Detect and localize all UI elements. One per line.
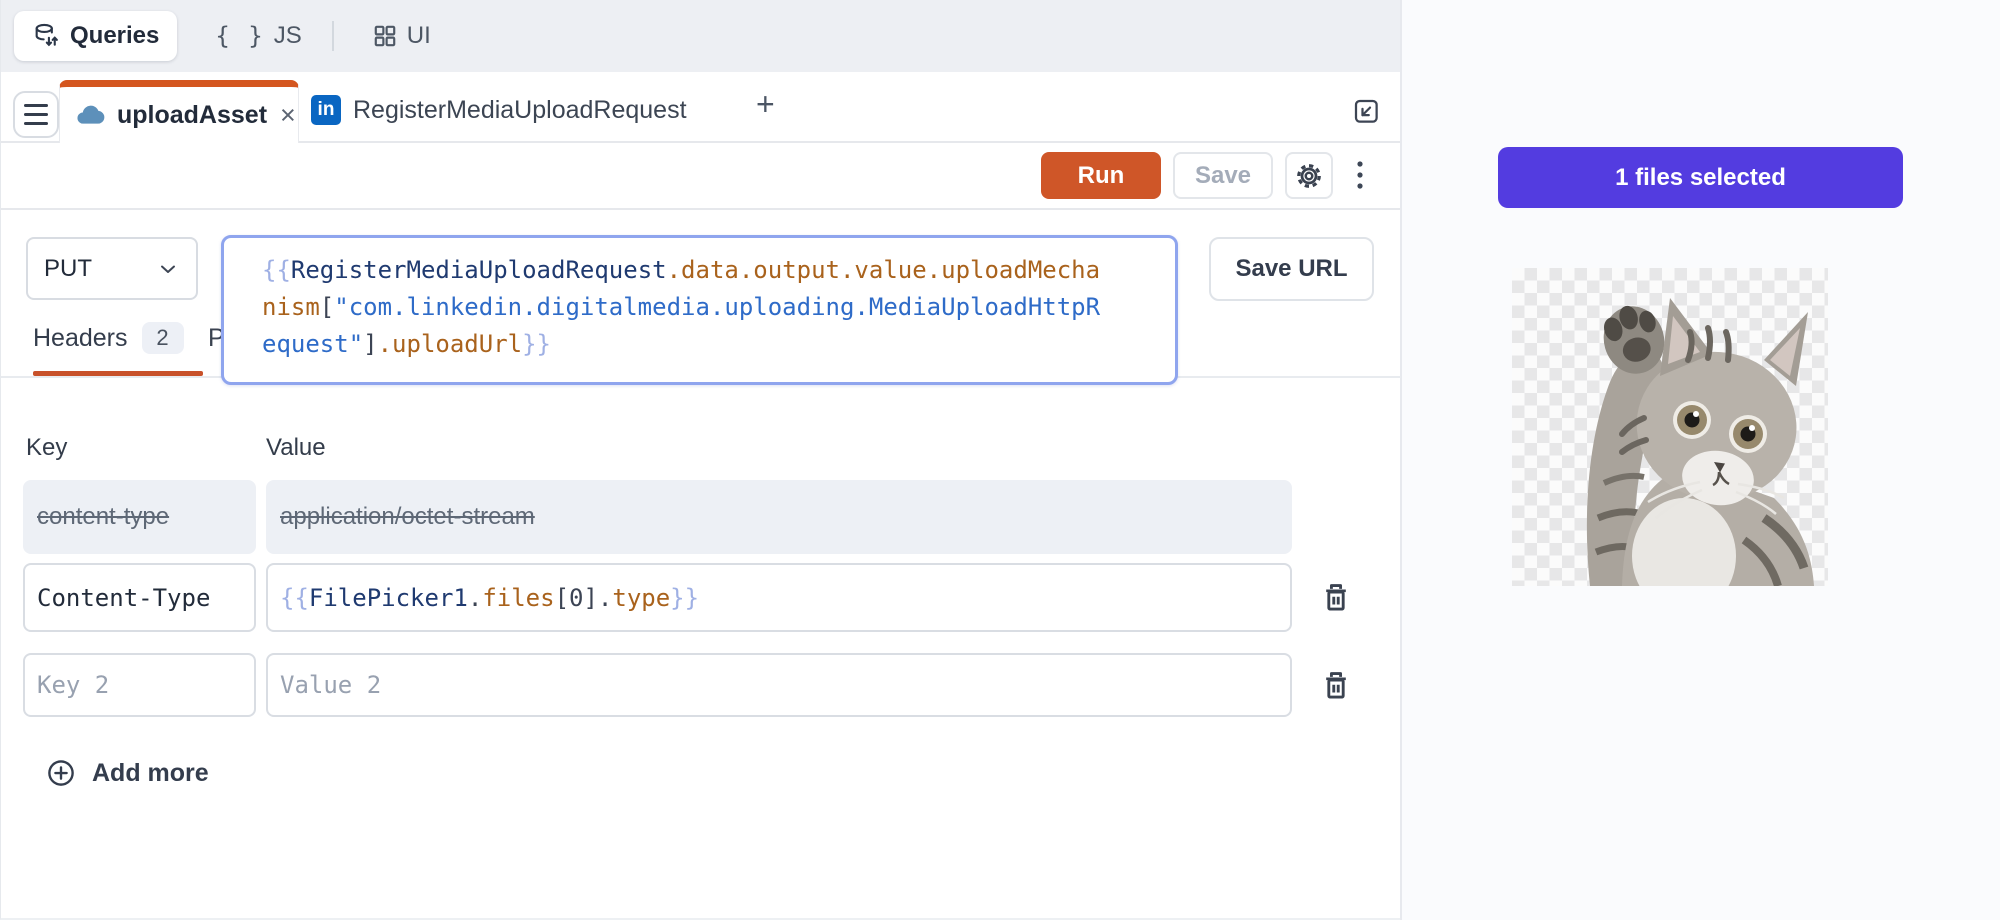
popout-icon[interactable] (1351, 96, 1381, 126)
uploaded-image-preview (1512, 268, 1828, 586)
ui-tab-label: UI (407, 22, 431, 50)
app-window: Queries { } JS UI (0, 0, 2000, 920)
header-value-input[interactable]: {{FilePicker1.files[0].type}} (266, 563, 1292, 632)
query-tab-bar: uploadAsset × in RegisterMediaUploadRequ… (1, 72, 1401, 143)
headers-count-badge: 2 (142, 322, 184, 354)
linkedin-icon: in (311, 95, 341, 125)
app-preview-panel: 1 files selected (1400, 0, 2000, 920)
url-code-input[interactable]: {{RegisterMediaUploadRequest.data.output… (221, 235, 1178, 385)
value-placeholder: Value 2 (280, 671, 381, 699)
value-column-header: Value (266, 434, 326, 462)
settings-button[interactable] (1285, 152, 1333, 199)
url-code-line: equest"].uploadUrl}} (262, 326, 1159, 363)
url-code-line: nism["com.linkedin.digitalmedia.uploadin… (262, 289, 1159, 326)
trash-icon (1320, 669, 1352, 703)
key-column-header: Key (26, 434, 67, 462)
tab-uploadasset[interactable]: uploadAsset × (59, 80, 299, 143)
more-options-button[interactable] (1345, 152, 1375, 199)
url-code-line: {{RegisterMediaUploadRequest.data.output… (262, 252, 1159, 289)
key-placeholder: Key 2 (37, 671, 109, 699)
query-action-bar: Run Save (1, 143, 1401, 210)
braces-icon: { } (215, 22, 264, 50)
header-value-input-empty[interactable]: Value 2 (266, 653, 1292, 717)
top-toolbar: Queries { } JS UI (1, 0, 1401, 72)
delete-header-row-button[interactable] (1316, 666, 1356, 706)
query-list-menu-button[interactable] (13, 91, 59, 138)
delete-header-row-button[interactable] (1316, 578, 1356, 618)
header-key-input-disabled: content-type (23, 480, 256, 554)
active-subtab-underline (33, 371, 203, 376)
tab-registermediauploadrequest[interactable]: in RegisterMediaUploadRequest (311, 84, 687, 136)
tab-registermediauploadrequest-label: RegisterMediaUploadRequest (353, 96, 687, 125)
tab-uploadasset-label: uploadAsset (117, 101, 267, 130)
grid-icon (372, 23, 398, 49)
header-value-input-disabled: application/octet-stream (266, 480, 1292, 554)
trash-icon (1320, 581, 1352, 615)
plus-circle-icon (46, 758, 76, 788)
save-button[interactable]: Save (1173, 152, 1273, 199)
kebab-icon (1356, 159, 1364, 193)
query-editor-panel: Queries { } JS UI (0, 0, 1400, 920)
js-tab[interactable]: { } JS (215, 22, 301, 50)
queries-tab-label: Queries (70, 22, 159, 50)
tab-headers[interactable]: Headers 2 (33, 322, 184, 354)
http-method-value: PUT (44, 255, 92, 283)
toolbar-divider (332, 21, 334, 51)
database-icon (32, 22, 60, 50)
close-icon[interactable]: × (280, 102, 296, 129)
gear-icon (1294, 161, 1324, 191)
file-picker-button[interactable]: 1 files selected (1498, 147, 1903, 208)
js-tab-label: JS (274, 22, 302, 50)
header-key-input-empty[interactable]: Key 2 (23, 653, 256, 717)
header-key-input[interactable]: Content-Type (23, 563, 256, 632)
add-more-button[interactable]: Add more (46, 758, 209, 788)
queries-tab[interactable]: Queries (14, 11, 177, 61)
cat-image (1512, 268, 1828, 586)
http-method-select[interactable]: PUT (26, 237, 198, 300)
new-query-button[interactable]: + (756, 86, 775, 123)
add-more-label: Add more (92, 759, 209, 788)
tab-headers-label: Headers (33, 324, 128, 353)
run-button[interactable]: Run (1041, 152, 1161, 199)
chevron-down-icon (156, 257, 180, 281)
cloud-icon (74, 99, 106, 131)
save-url-button[interactable]: Save URL (1209, 237, 1374, 301)
ui-tab[interactable]: UI (372, 22, 431, 50)
